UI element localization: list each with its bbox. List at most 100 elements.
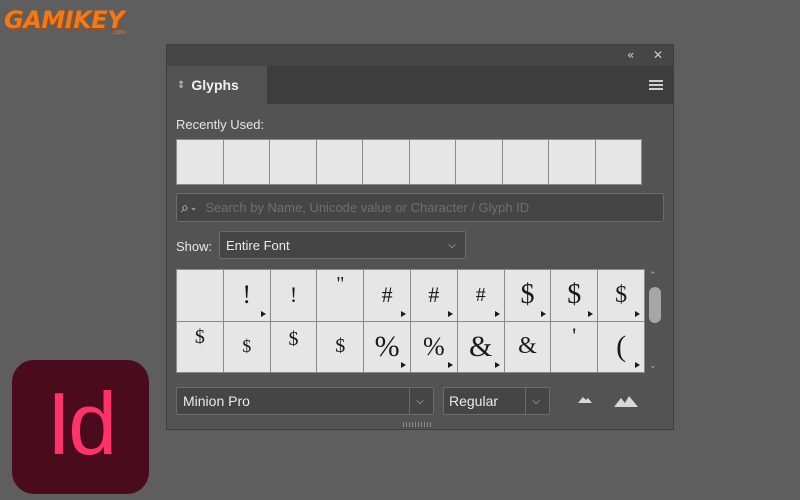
glyph-character: ( [616, 329, 627, 363]
panel-tab-row: ⇕ Glyphs [167, 66, 673, 104]
glyph-grid-scrollbar[interactable]: ⌃ ⌄ [647, 269, 663, 373]
scroll-thumb[interactable] [649, 287, 661, 323]
glyph-character: ! [242, 280, 252, 310]
updown-arrows-icon[interactable]: ⇕ [177, 80, 185, 91]
chevron-down-icon: ⌵ [448, 239, 456, 251]
show-dropdown-value: Entire Font [226, 237, 290, 253]
alternates-indicator-icon[interactable] [634, 362, 640, 368]
glyph-character: & [469, 329, 493, 363]
glyph-cell[interactable]: ! [223, 270, 270, 321]
glyph-cell[interactable]: $ [504, 270, 551, 321]
recently-used-label: Recently Used: [176, 117, 265, 132]
glyph-character: & [518, 333, 537, 360]
show-label: Show: [176, 239, 213, 254]
recent-glyph-cell[interactable] [409, 140, 456, 184]
glyph-character: $ [194, 326, 205, 349]
glyph-character: % [423, 331, 445, 361]
panel-titlebar: « ✕ [167, 45, 673, 66]
hamburger-menu-icon[interactable] [649, 80, 663, 90]
glyph-cell[interactable]: $ [551, 270, 598, 321]
alternates-indicator-icon[interactable] [447, 310, 453, 317]
recent-glyph-cell[interactable] [595, 140, 641, 184]
alternates-indicator-icon[interactable] [260, 310, 266, 317]
chevron-down-icon[interactable]: ⌄ [190, 203, 198, 213]
glyphs-panel: « ✕ ⇕ Glyphs Recently Used: ⌕ ⌄ Show: En… [166, 44, 674, 430]
glyph-cell[interactable]: ' [551, 321, 598, 372]
font-style-value: Regular [449, 393, 499, 409]
glyph-character: $ [615, 281, 628, 308]
glyph-character: $ [335, 335, 346, 358]
glyph-cell[interactable] [177, 270, 223, 321]
alternates-indicator-icon[interactable] [400, 310, 406, 317]
glyph-cell[interactable]: " [317, 270, 364, 321]
glyph-cell[interactable]: # [457, 270, 504, 321]
divider [409, 388, 411, 414]
zoom-out-glyphs-icon[interactable] [577, 394, 593, 404]
recent-glyph-cell[interactable] [177, 140, 224, 184]
glyph-character: # [381, 282, 393, 308]
glyph-cell[interactable]: # [364, 270, 410, 321]
glyph-cell[interactable]: ( [598, 321, 644, 372]
glyph-cell[interactable]: $ [177, 321, 223, 372]
close-panel-icon[interactable]: ✕ [653, 48, 663, 62]
gamikey-logo: GAMIKEY [4, 6, 124, 34]
glyph-character: ! [289, 282, 298, 308]
alternates-indicator-icon[interactable] [400, 362, 406, 368]
glyph-cell[interactable]: & [504, 321, 551, 372]
recent-glyph-cell[interactable] [270, 140, 317, 184]
collapse-panel-icon[interactable]: « [627, 48, 634, 62]
tab-glyphs-label: Glyphs [191, 77, 239, 93]
logo-suffix: .com [112, 30, 126, 36]
recent-glyph-cell[interactable] [456, 140, 503, 184]
chevron-down-icon[interactable]: ⌵ [416, 396, 424, 407]
glyph-cell[interactable]: # [410, 270, 457, 321]
font-family-dropdown[interactable]: Minion Pro ⌵ [176, 387, 434, 415]
glyph-character: ' [572, 322, 577, 348]
glyph-character: $ [520, 279, 535, 311]
search-icon[interactable]: ⌕ [181, 200, 189, 216]
scroll-down-icon[interactable]: ⌄ [649, 361, 657, 371]
glyph-character: " [336, 272, 345, 295]
glyph-cell[interactable]: % [364, 321, 410, 372]
glyph-character: # [475, 283, 486, 306]
glyph-cell[interactable]: $ [270, 321, 317, 372]
alternates-indicator-icon[interactable] [541, 310, 547, 317]
glyph-character: % [374, 329, 400, 363]
glyph-cell[interactable]: $ [223, 321, 270, 372]
recent-glyph-cell[interactable] [363, 140, 410, 184]
scroll-up-icon[interactable]: ⌃ [649, 271, 657, 281]
alternates-indicator-icon[interactable] [494, 362, 500, 368]
glyph-grid: !! " # # # $ $ $ $ $ $ $%% & & '( [176, 269, 645, 373]
font-family-value: Minion Pro [183, 393, 250, 409]
alternates-indicator-icon[interactable] [588, 310, 594, 317]
divider [525, 388, 527, 414]
zoom-in-glyphs-icon[interactable] [613, 394, 639, 408]
recently-used-grid [176, 139, 642, 185]
glyph-cell[interactable]: $ [598, 270, 644, 321]
font-style-dropdown[interactable]: Regular ⌵ [443, 387, 550, 415]
logo-text: GAMIKEY [4, 6, 124, 34]
recent-glyph-cell[interactable] [316, 140, 363, 184]
glyph-cell[interactable]: & [457, 321, 504, 372]
glyph-cell[interactable]: % [410, 321, 457, 372]
glyph-character: $ [242, 336, 252, 357]
glyph-search-field[interactable]: ⌕ ⌄ [176, 193, 664, 222]
glyph-cell[interactable]: ! [270, 270, 317, 321]
recent-glyph-cell[interactable] [502, 140, 549, 184]
glyph-cell[interactable]: $ [317, 321, 364, 372]
glyph-character: # [428, 282, 440, 308]
alternates-indicator-icon[interactable] [494, 310, 500, 317]
tab-glyphs[interactable]: ⇕ Glyphs [167, 66, 267, 104]
app-icon-label: Id [46, 374, 117, 473]
recent-glyph-cell[interactable] [223, 140, 270, 184]
recent-glyph-cell[interactable] [549, 140, 596, 184]
indesign-app-icon: Id [12, 360, 149, 494]
alternates-indicator-icon[interactable] [634, 310, 640, 317]
chevron-down-icon[interactable]: ⌵ [532, 396, 540, 407]
glyph-character: $ [567, 279, 582, 311]
alternates-indicator-icon[interactable] [447, 362, 453, 368]
glyph-search-input[interactable] [203, 199, 663, 216]
glyph-character: $ [288, 328, 299, 351]
resize-grip[interactable] [403, 422, 433, 427]
show-dropdown[interactable]: Entire Font ⌵ [219, 231, 466, 259]
